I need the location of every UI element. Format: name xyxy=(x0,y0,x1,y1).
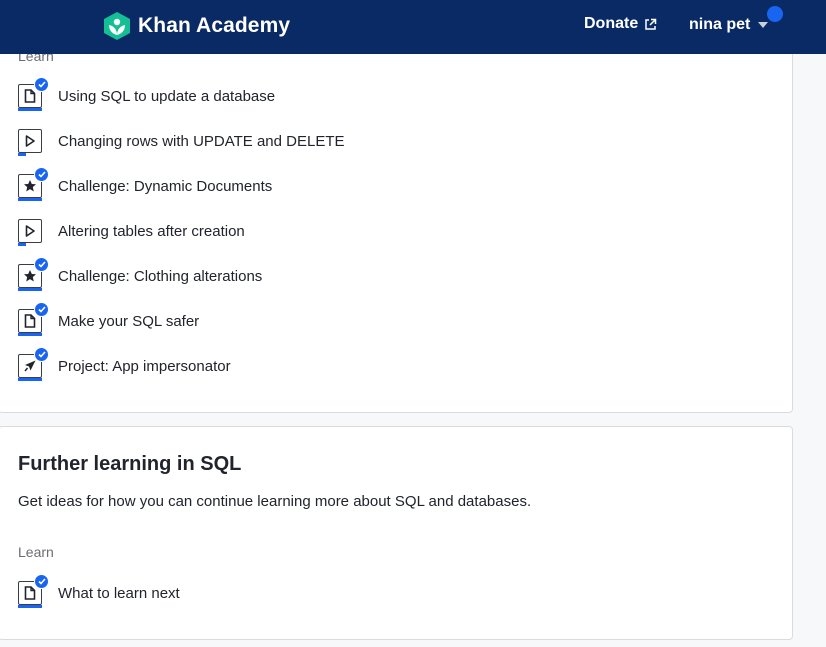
notification-badge[interactable] xyxy=(767,6,783,22)
external-link-icon xyxy=(645,18,657,30)
progress-bar xyxy=(17,108,42,111)
progress-bar xyxy=(17,378,42,381)
section-title[interactable]: Further learning in SQL xyxy=(18,453,241,476)
list-item[interactable]: Challenge: Dynamic Documents xyxy=(17,167,273,201)
checkmark-icon xyxy=(34,574,49,589)
unit-card-sql-update: Learn Using SQL to update a database Cha… xyxy=(0,40,793,413)
progress-bar xyxy=(17,198,42,201)
brand-name: Khan Academy xyxy=(138,14,291,37)
list-item[interactable]: Project: App impersonator xyxy=(17,347,231,381)
user-menu-button[interactable]: nina pet xyxy=(689,16,750,34)
progress-bar xyxy=(17,153,26,156)
item-label: Project: App impersonator xyxy=(58,357,231,375)
unit-card-further-learning: Further learning in SQL Get ideas for ho… xyxy=(0,426,793,640)
article-icon xyxy=(17,574,49,608)
user-name: nina pet xyxy=(689,16,751,33)
learn-section-label: Learn xyxy=(18,544,54,560)
item-label: Altering tables after creation xyxy=(58,222,245,240)
progress-bar xyxy=(17,243,26,246)
item-label: What to learn next xyxy=(58,584,180,602)
list-item[interactable]: Altering tables after creation xyxy=(17,217,245,246)
section-description: Get ideas for how you can continue learn… xyxy=(18,493,532,510)
progress-bar xyxy=(17,333,42,336)
khan-academy-logo[interactable]: Khan Academy xyxy=(103,11,290,41)
checkmark-icon xyxy=(34,257,49,272)
checkmark-icon xyxy=(34,302,49,317)
item-label: Challenge: Dynamic Documents xyxy=(58,177,273,195)
khan-leaf-logo-icon xyxy=(104,12,130,40)
progress-bar xyxy=(17,288,42,291)
project-rocket-icon xyxy=(17,347,49,381)
checkmark-icon xyxy=(34,77,49,92)
item-label: Changing rows with UPDATE and DELETE xyxy=(58,132,345,150)
item-label: Make your SQL safer xyxy=(58,312,200,330)
item-label: Challenge: Clothing alterations xyxy=(58,267,263,285)
list-item[interactable]: What to learn next xyxy=(17,574,180,608)
list-item[interactable]: Changing rows with UPDATE and DELETE xyxy=(17,127,345,156)
donate-link[interactable]: Donate xyxy=(584,15,657,33)
list-item[interactable]: Make your SQL safer xyxy=(17,302,200,336)
chevron-down-icon[interactable] xyxy=(758,22,768,28)
video-icon xyxy=(17,219,42,246)
video-icon xyxy=(17,129,42,156)
top-navbar: Khan Academy Donate nina pet xyxy=(0,0,826,54)
article-icon xyxy=(17,302,49,336)
item-label: Using SQL to update a database xyxy=(58,87,276,105)
progress-bar xyxy=(17,605,42,608)
checkmark-icon xyxy=(34,167,49,182)
list-item[interactable]: Using SQL to update a database xyxy=(17,77,276,111)
donate-label: Donate xyxy=(584,15,639,32)
challenge-star-icon xyxy=(17,167,49,201)
article-icon xyxy=(17,77,49,111)
checkmark-icon xyxy=(34,347,49,362)
list-item[interactable]: Challenge: Clothing alterations xyxy=(17,257,263,291)
challenge-star-icon xyxy=(17,257,49,291)
